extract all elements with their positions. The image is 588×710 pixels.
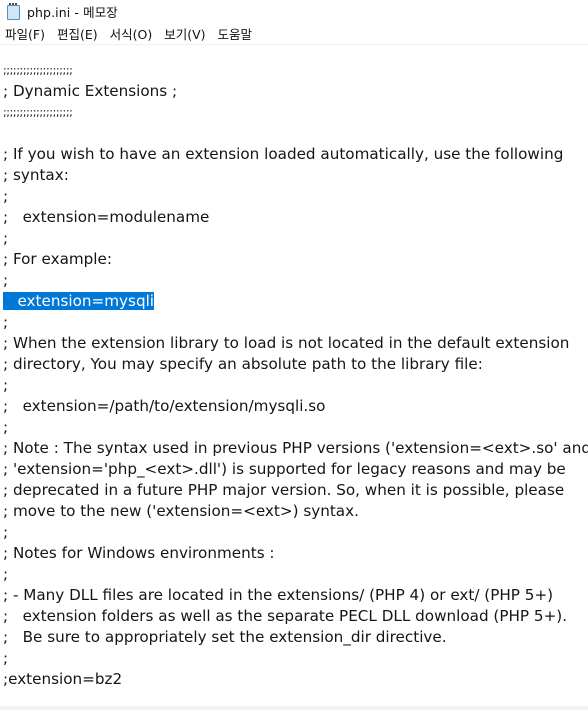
text-selection[interactable]: extension=mysqli [3, 292, 155, 310]
title-bar: php.ini - 메모장 [0, 0, 588, 22]
text-line: ; Dynamic Extensions ; [3, 82, 178, 100]
text-line: ; Be sure to appropriately set the exten… [3, 628, 447, 646]
menu-help[interactable]: 도움말 [218, 24, 253, 43]
text-line: ; [3, 376, 9, 394]
window-bottom-edge [0, 706, 588, 710]
text-line: ; When the extension library to load is … [3, 334, 570, 352]
window-title: php.ini - 메모장 [27, 4, 118, 20]
text-line: ; [3, 418, 9, 436]
editor-lines: ;;;;;;;;;;;;;;;;;;;;; ; Dynamic Extensio… [3, 60, 588, 690]
text-editor[interactable]: ;;;;;;;;;;;;;;;;;;;;; ; Dynamic Extensio… [0, 45, 588, 710]
text-line: ; Notes for Windows environments : [3, 544, 275, 562]
text-line: ; [3, 649, 9, 667]
text-line: ; extension folders as well as the separ… [3, 607, 568, 625]
text-line: ;;;;;;;;;;;;;;;;;;;;; [3, 64, 73, 77]
text-line: ; deprecated in a future PHP major versi… [3, 481, 565, 499]
text-line: ; [3, 271, 9, 289]
menu-format[interactable]: 서식(O) [110, 24, 153, 43]
text-line: ; Note : The syntax used in previous PHP… [3, 439, 588, 457]
text-line: ; If you wish to have an extension loade… [3, 145, 564, 163]
text-line: ; extension=modulename [3, 208, 210, 226]
text-line: ; extension=/path/to/extension/mysqli.so [3, 397, 326, 415]
text-line: ; move to the new ('extension=<ext>) syn… [3, 502, 359, 520]
text-line: ; 'extension='php_<ext>.dll') is support… [3, 460, 566, 478]
text-line: ; [3, 187, 9, 205]
text-line: ;;;;;;;;;;;;;;;;;;;;; [3, 106, 73, 119]
text-line: ; [3, 313, 9, 331]
text-line: ; syntax: [3, 166, 69, 184]
text-line: ; directory, You may specify an absolute… [3, 355, 483, 373]
menu-edit[interactable]: 편집(E) [57, 24, 98, 43]
menu-view[interactable]: 보기(V) [164, 24, 205, 43]
selected-line: extension=mysqli [3, 291, 588, 312]
text-line: ; [3, 523, 9, 541]
menu-bar: 파일(F) 편집(E) 서식(O) 보기(V) 도움말 [0, 22, 588, 44]
notepad-icon [6, 3, 20, 20]
text-line [3, 123, 588, 144]
text-line: ;extension=bz2 [3, 670, 123, 688]
text-line: ; [3, 565, 9, 583]
text-line: ; [3, 229, 9, 247]
text-line: ; - Many DLL files are located in the ex… [3, 586, 554, 604]
text-line: ; For example: [3, 250, 112, 268]
menu-file[interactable]: 파일(F) [5, 24, 45, 43]
